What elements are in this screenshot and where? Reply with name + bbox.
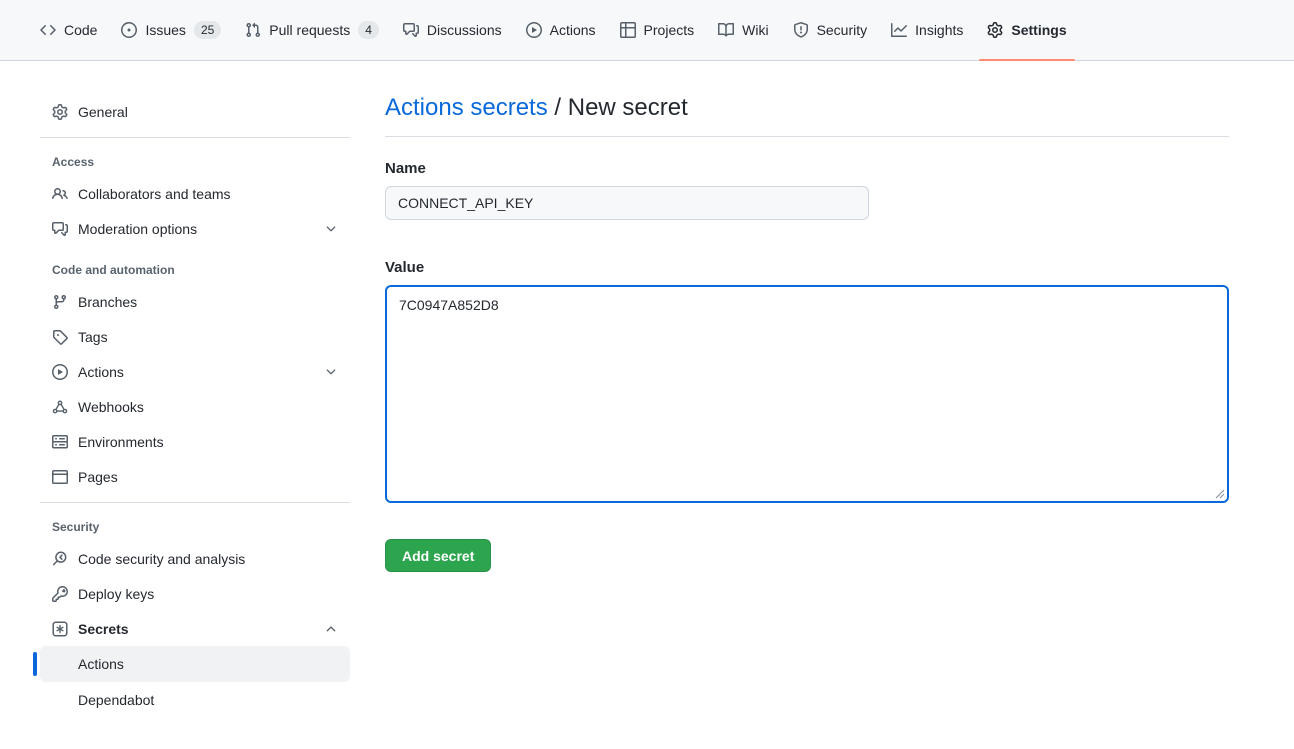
sidebar-divider <box>40 137 350 138</box>
code-icon <box>40 22 56 38</box>
tab-issues[interactable]: Issues 25 <box>113 0 229 60</box>
sidebar-section-security: Security <box>40 511 350 541</box>
sidebar-item-collaborators-and-teams[interactable]: Collaborators and teams <box>40 176 350 211</box>
sidebar-item-label: Deploy keys <box>78 586 154 602</box>
issues-count-badge: 25 <box>194 21 221 39</box>
comment-discussion-icon <box>52 221 68 237</box>
breadcrumb-actions-secrets-link[interactable]: Actions secrets <box>385 94 548 121</box>
shield-icon <box>793 22 809 38</box>
sidebar-subitem-actions[interactable]: Actions <box>40 646 350 682</box>
git-branch-icon <box>52 294 68 310</box>
breadcrumb-current: New secret <box>568 94 688 121</box>
sidebar-item-secrets[interactable]: Secrets <box>40 611 350 646</box>
sidebar-item-pages[interactable]: Pages <box>40 459 350 494</box>
tab-label: Security <box>817 22 868 38</box>
codescan-icon <box>52 551 68 567</box>
tab-code[interactable]: Code <box>32 0 105 60</box>
chevron-down-icon <box>324 365 338 379</box>
sidebar-item-webhooks[interactable]: Webhooks <box>40 389 350 424</box>
server-icon <box>52 434 68 450</box>
sidebar-subitem-dependabot[interactable]: Dependabot <box>40 682 350 718</box>
value-label: Value <box>385 259 1229 276</box>
sidebar-item-environments[interactable]: Environments <box>40 424 350 459</box>
tab-settings[interactable]: Settings <box>979 0 1074 60</box>
sidebar-item-label: Branches <box>78 294 137 310</box>
chevron-down-icon <box>324 222 338 236</box>
table-icon <box>620 22 636 38</box>
sidebar-item-label: Webhooks <box>78 399 144 415</box>
issue-opened-icon <box>121 22 137 38</box>
people-icon <box>52 186 68 202</box>
sidebar-item-label: Collaborators and teams <box>78 186 231 202</box>
sidebar-item-label: General <box>78 104 128 120</box>
tab-label: Code <box>64 22 97 38</box>
browser-icon <box>52 469 68 485</box>
key-icon <box>52 586 68 602</box>
tab-security[interactable]: Security <box>785 0 876 60</box>
page-title: Actions secrets / New secret <box>385 94 1229 122</box>
sidebar-item-moderation-options[interactable]: Moderation options <box>40 211 350 246</box>
sidebar-section-code-and-automation: Code and automation <box>40 254 350 284</box>
tab-actions[interactable]: Actions <box>518 0 604 60</box>
title-divider <box>385 136 1229 137</box>
resize-grip-icon[interactable] <box>1215 489 1225 499</box>
tab-label: Settings <box>1011 22 1066 38</box>
tab-pull-requests[interactable]: Pull requests 4 <box>237 0 387 60</box>
sidebar-item-label: Code security and analysis <box>78 551 245 567</box>
repo-nav: Code Issues 25 Pull requests 4 Discussio… <box>0 0 1294 61</box>
secret-value-textarea[interactable]: 7C0947A852D8 <box>385 285 1229 503</box>
sidebar-item-label: Environments <box>78 434 164 450</box>
comment-discussion-icon <box>403 22 419 38</box>
sidebar-subitem-label: Actions <box>78 656 124 672</box>
sidebar-item-code-security-and-analysis[interactable]: Code security and analysis <box>40 541 350 576</box>
tab-label: Wiki <box>742 22 768 38</box>
tab-label: Actions <box>550 22 596 38</box>
pull-requests-count-badge: 4 <box>358 21 379 39</box>
sidebar-item-label: Moderation options <box>78 221 197 237</box>
sidebar-item-label: Tags <box>78 329 108 345</box>
sidebar-section-access: Access <box>40 146 350 176</box>
tab-label: Issues <box>145 22 185 38</box>
name-label: Name <box>385 160 1229 177</box>
play-icon <box>52 364 68 380</box>
secret-name-input[interactable] <box>385 186 869 220</box>
tab-label: Pull requests <box>269 22 350 38</box>
main-content: Actions secrets / New secret Name Value … <box>385 61 1229 749</box>
add-secret-button[interactable]: Add secret <box>385 539 491 572</box>
play-icon <box>526 22 542 38</box>
sidebar-subitem-label: Dependabot <box>78 692 154 708</box>
sidebar-item-actions[interactable]: Actions <box>40 354 350 389</box>
secret-value-wrap: 7C0947A852D8 <box>385 285 1229 503</box>
book-icon <box>718 22 734 38</box>
sidebar-item-deploy-keys[interactable]: Deploy keys <box>40 576 350 611</box>
sidebar-item-branches[interactable]: Branches <box>40 284 350 319</box>
git-pull-request-icon <box>245 22 261 38</box>
gear-icon <box>987 22 1003 38</box>
sidebar-item-tags[interactable]: Tags <box>40 319 350 354</box>
webhook-icon <box>52 399 68 415</box>
breadcrumb-separator: / <box>554 94 561 121</box>
tab-projects[interactable]: Projects <box>612 0 703 60</box>
sidebar-item-label: Actions <box>78 364 124 380</box>
tab-label: Discussions <box>427 22 502 38</box>
tab-label: Projects <box>644 22 695 38</box>
tab-label: Insights <box>915 22 963 38</box>
tag-icon <box>52 329 68 345</box>
sidebar-item-label: Secrets <box>78 621 129 637</box>
sidebar-item-general[interactable]: General <box>40 94 350 129</box>
key-asterisk-icon <box>52 621 68 637</box>
gear-icon <box>52 104 68 120</box>
tab-discussions[interactable]: Discussions <box>395 0 510 60</box>
sidebar-item-label: Pages <box>78 469 118 485</box>
settings-sidebar: General Access Collaborators and teams M… <box>40 61 350 749</box>
sidebar-divider <box>40 502 350 503</box>
graph-icon <box>891 22 907 38</box>
chevron-up-icon <box>324 622 338 636</box>
tab-wiki[interactable]: Wiki <box>710 0 776 60</box>
tab-insights[interactable]: Insights <box>883 0 971 60</box>
